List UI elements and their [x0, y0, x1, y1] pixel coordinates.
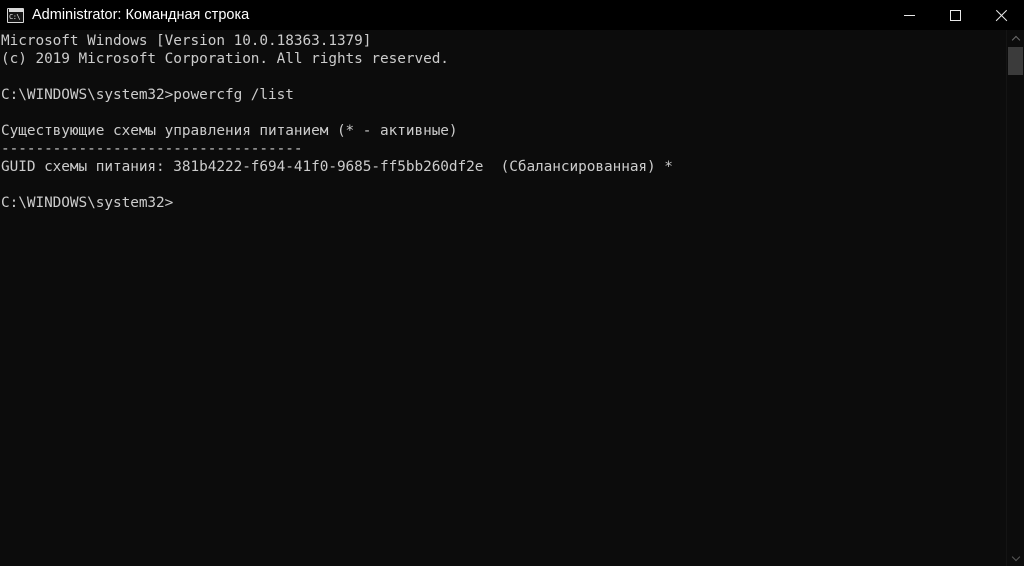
chevron-up-icon — [1012, 35, 1020, 43]
scrollbar-down-button[interactable] — [1007, 549, 1024, 566]
console-text: Microsoft Windows [Version 10.0.18363.13… — [1, 33, 673, 211]
window-title: Administrator: Командная строка — [32, 7, 250, 23]
minimize-button[interactable] — [886, 0, 932, 30]
close-icon — [995, 9, 1008, 22]
scrollbar-track[interactable] — [1007, 47, 1024, 549]
maximize-button[interactable] — [932, 0, 978, 30]
window-controls — [886, 0, 1024, 30]
cmd-icon-prompt-text: C:\ — [9, 12, 21, 21]
console-scrollbar[interactable] — [1006, 30, 1024, 566]
scrollbar-up-button[interactable] — [1007, 30, 1024, 47]
maximize-icon — [949, 9, 961, 21]
minimize-icon — [903, 14, 915, 16]
title-bar[interactable]: C:\ Administrator: Командная строка — [0, 0, 1024, 30]
chevron-down-icon — [1012, 554, 1020, 562]
close-button[interactable] — [978, 0, 1024, 30]
command-prompt-window: C:\ Administrator: Командная строка Micr… — [0, 0, 1024, 566]
cmd-console-icon: C:\ — [7, 7, 24, 23]
title-bar-left: C:\ Administrator: Командная строка — [0, 0, 886, 30]
scrollbar-thumb[interactable] — [1008, 47, 1023, 75]
console-output-area[interactable]: Microsoft Windows [Version 10.0.18363.13… — [0, 30, 1024, 566]
